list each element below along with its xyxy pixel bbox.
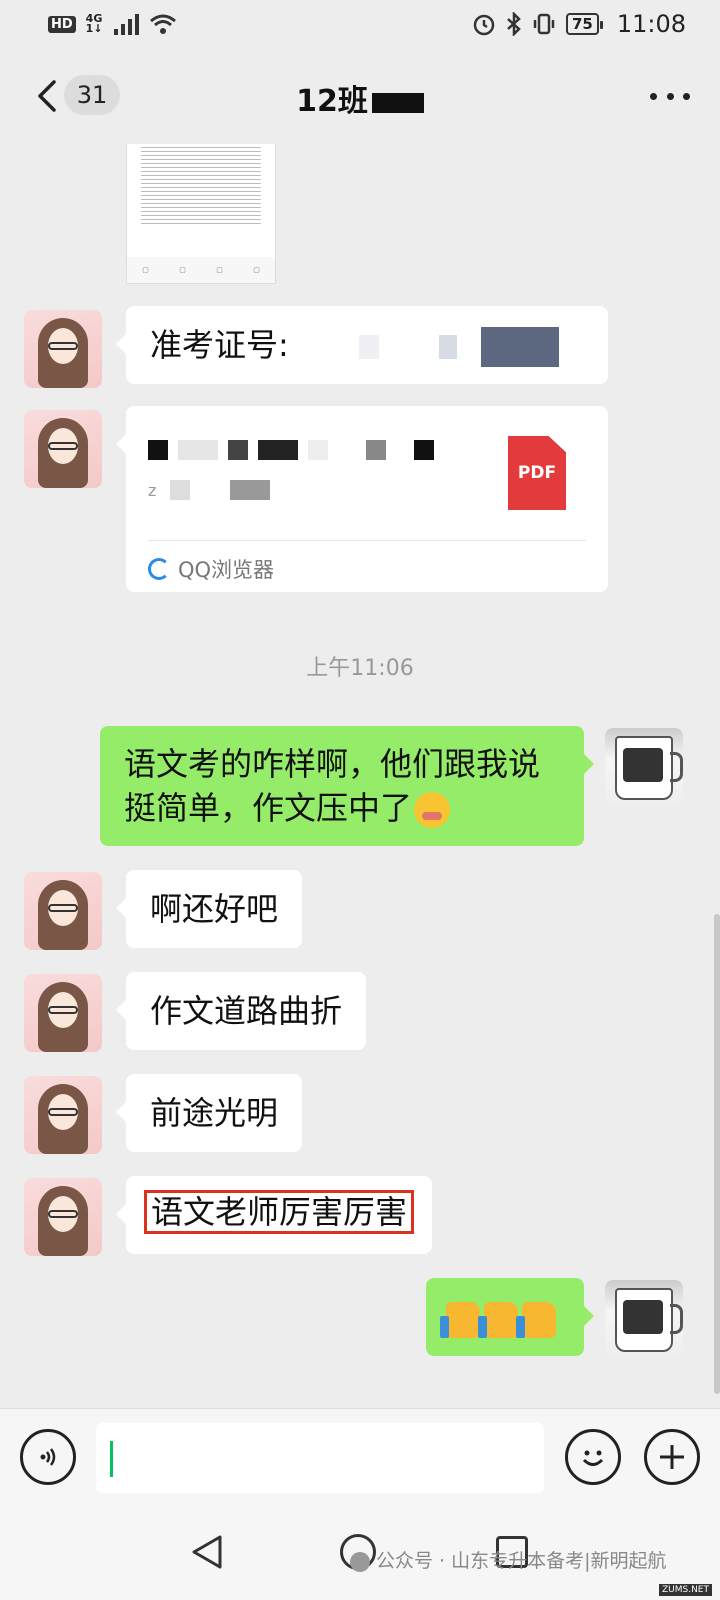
wechat-official-icon <box>350 1551 370 1572</box>
sent-message-bubble[interactable]: 语文考的咋样啊，他们跟我说挺简单，作文压中了 <box>100 726 594 846</box>
message-bubble[interactable]: 啊还好吧 <box>115 870 303 948</box>
sent-message-bubble[interactable] <box>426 1278 594 1356</box>
my-avatar[interactable] <box>605 1280 683 1358</box>
chat-header: 31 12班 <box>0 48 720 144</box>
voice-icon <box>40 1448 56 1466</box>
message-text: 前途光明 <box>150 1094 279 1132</box>
document-toolbar: ▢ ▢ ▢ ▢ <box>127 257 275 283</box>
message-bubble[interactable]: 前途光明 <box>115 1074 303 1152</box>
smile-icon <box>582 1450 604 1466</box>
message-text: 作文道路曲折 <box>150 992 343 1030</box>
message-text: 准考证号: <box>150 326 289 364</box>
message-text: 啊还好吧 <box>150 890 279 928</box>
alarm-icon <box>473 14 495 36</box>
message-bubble[interactable]: 语文老师厉害厉害 <box>115 1176 433 1254</box>
document-text-preview <box>141 144 261 224</box>
timestamp: 上午11:06 <box>306 656 414 681</box>
wifi-icon <box>149 14 176 34</box>
redacted-block <box>481 327 560 367</box>
plus-icon <box>660 1445 684 1469</box>
scrollbar[interactable] <box>714 914 720 1394</box>
message-input[interactable] <box>96 1423 544 1493</box>
watermark: 公众号 · 山东专升本备考|新明起航 <box>350 1546 667 1573</box>
thumbs-up-icon <box>516 1302 556 1338</box>
more-options-icon[interactable] <box>650 86 690 106</box>
emoji-button[interactable] <box>565 1429 621 1485</box>
document-image-message[interactable]: ▢ ▢ ▢ ▢ <box>126 144 276 284</box>
redacted-block <box>358 335 379 359</box>
battery-icon: 75 <box>565 13 603 35</box>
qq-browser-icon <box>148 558 170 580</box>
avatar[interactable] <box>24 1178 102 1256</box>
avatar[interactable] <box>24 1076 102 1154</box>
avatar[interactable] <box>24 872 102 950</box>
avatar[interactable] <box>24 310 102 388</box>
file-source: QQ浏览器 <box>148 554 274 584</box>
file-message-card[interactable]: z PDF QQ浏览器 <box>116 406 608 592</box>
vibrate-icon <box>533 13 555 35</box>
chat-title: 12班 <box>0 76 720 120</box>
message-list[interactable]: ▢ ▢ ▢ ▢ 准考证号: z PDF QQ浏览器 上午11:06 语文考的咋样… <box>0 144 720 1408</box>
site-watermark: ZUMS.NET <box>658 1584 712 1596</box>
add-more-button[interactable] <box>644 1429 700 1485</box>
file-name-redacted <box>148 440 434 460</box>
message-bubble[interactable]: 作文道路曲折 <box>115 972 367 1050</box>
redacted-block <box>371 92 424 113</box>
network-icon: 4G 1↓ <box>85 12 103 35</box>
pdf-icon: PDF <box>508 436 566 510</box>
highlighted-message-text: 语文老师厉害厉害 <box>144 1190 415 1234</box>
my-avatar[interactable] <box>605 728 683 806</box>
divider <box>148 540 586 541</box>
signal-icon <box>113 14 139 35</box>
message-bubble[interactable]: 准考证号: <box>116 306 608 384</box>
message-text: 语文考的咋样啊，他们跟我说挺简单，作文压中了 <box>124 745 541 827</box>
voice-input-button[interactable] <box>20 1429 76 1485</box>
file-size-redacted: z <box>148 480 271 500</box>
text-caret <box>110 1441 113 1477</box>
nav-back-icon[interactable] <box>190 1534 224 1570</box>
redacted-block <box>439 335 458 359</box>
thumbs-up-icon <box>478 1302 518 1338</box>
emoji-icon <box>414 792 451 828</box>
status-bar: HD 4G 1↓ 75 11:08 <box>0 0 720 48</box>
input-bar <box>0 1408 720 1504</box>
hd-icon: HD <box>48 15 76 33</box>
bluetooth-icon <box>507 12 521 36</box>
avatar[interactable] <box>24 410 102 488</box>
clock: 11:08 <box>616 10 686 38</box>
thumbs-up-icon <box>440 1302 480 1338</box>
avatar[interactable] <box>24 974 102 1052</box>
